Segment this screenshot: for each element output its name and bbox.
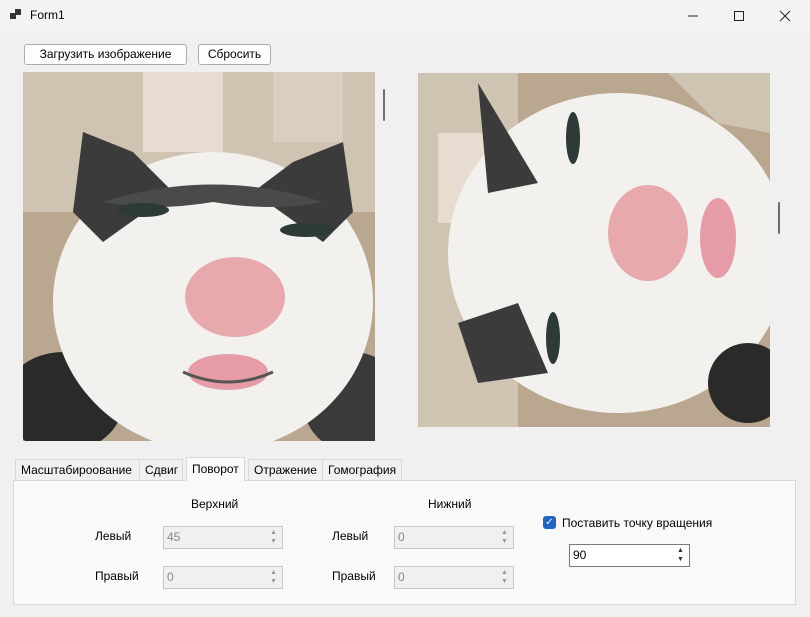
load-image-button[interactable]: Загрузить изображение [24,44,187,65]
upper-left-label: Левый [95,529,132,543]
upper-header: Верхний [191,497,239,511]
upper-right-input[interactable]: 0 ▲ ▼ [163,566,283,589]
maximize-icon [734,10,744,21]
pivot-checkbox-label: Поставить точку вращения [562,516,713,530]
upper-left-value: 45 [167,530,181,544]
upper-right-label: Правый [95,569,139,583]
tab-rotation[interactable]: Поворот [186,457,245,482]
pivot-checkbox[interactable]: ✓ [543,516,556,529]
tab-shift[interactable]: Сдвиг [139,459,183,480]
maximize-button[interactable] [716,0,762,31]
result-image [418,73,770,427]
tab-homography[interactable]: Гомография [322,459,402,480]
source-image [23,72,375,441]
lower-right-label: Правый [332,569,376,583]
upper-right-value: 0 [167,570,174,584]
angle-input[interactable]: 90 ▲ ▼ [569,544,690,567]
window-title: Form1 [30,8,65,22]
reset-button[interactable]: Сбросить [198,44,271,65]
minimize-icon [688,15,698,16]
tab-reflection[interactable]: Отражение [248,459,323,480]
upper-left-spinner[interactable]: ▲ ▼ [267,528,280,547]
angle-value: 90 [573,548,587,562]
angle-spinner[interactable]: ▲ ▼ [674,546,687,565]
close-button[interactable] [762,0,808,31]
upper-right-spinner[interactable]: ▲ ▼ [267,568,280,587]
lower-left-value: 0 [398,530,405,544]
lower-left-spinner[interactable]: ▲ ▼ [498,528,511,547]
result-scrollbar[interactable] [778,202,780,234]
close-icon [779,10,791,21]
app-icon [10,9,22,21]
minimize-button[interactable] [670,0,716,31]
lower-right-input[interactable]: 0 ▲ ▼ [394,566,514,589]
lower-right-value: 0 [398,570,405,584]
source-scrollbar[interactable] [383,89,385,121]
lower-left-input[interactable]: 0 ▲ ▼ [394,526,514,549]
lower-header: Нижний [428,497,472,511]
upper-left-input[interactable]: 45 ▲ ▼ [163,526,283,549]
lower-right-spinner[interactable]: ▲ ▼ [498,568,511,587]
tab-scaling[interactable]: Масштабироование [15,459,140,480]
lower-left-label: Левый [332,529,369,543]
title-bar: Form1 [0,0,810,31]
